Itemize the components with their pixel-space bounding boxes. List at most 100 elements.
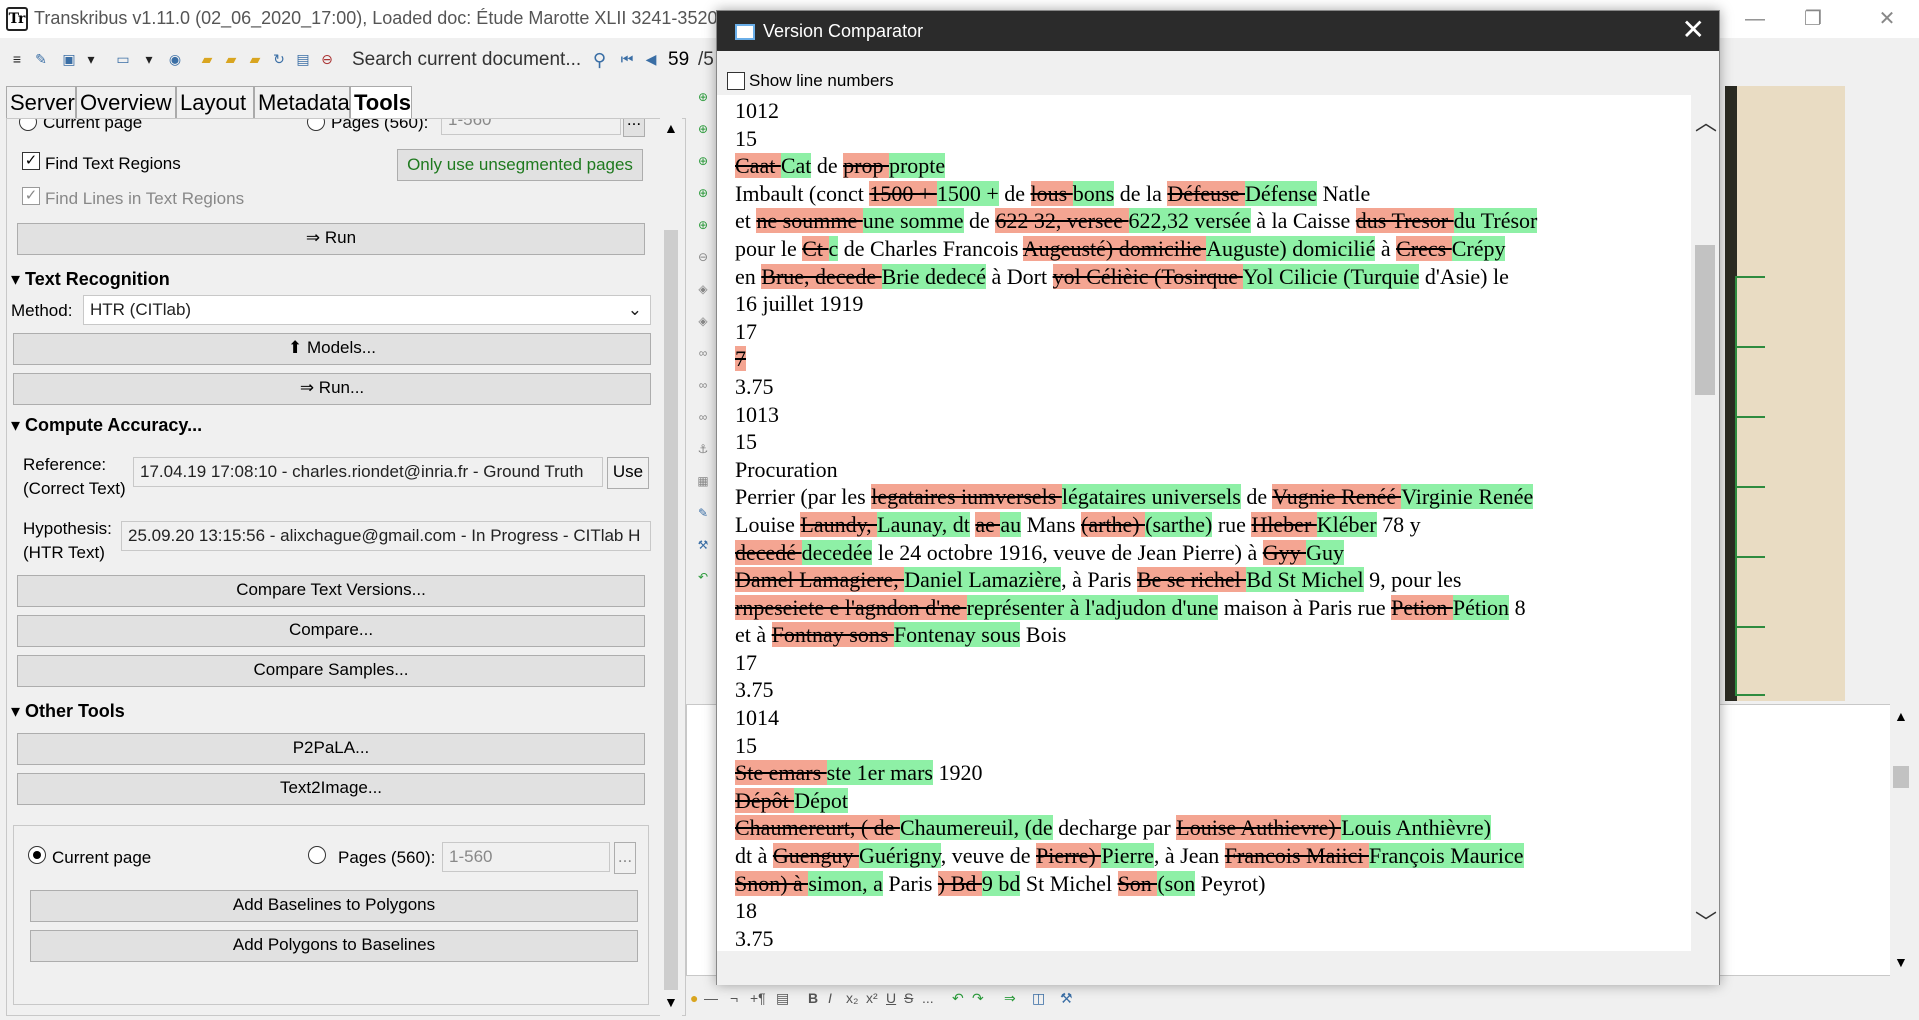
wrench-icon[interactable]: ⚒ — [1060, 990, 1073, 1007]
compute-accuracy-header[interactable]: ▾ Compute Accuracy... — [11, 415, 202, 436]
use-button[interactable]: Use — [607, 457, 649, 489]
split-view-icon[interactable]: ◫ — [1032, 990, 1045, 1007]
folder-icon[interactable]: ▰ — [198, 50, 216, 68]
run-htr-button[interactable]: ⇒ Run... — [13, 373, 651, 405]
current-page-radio-top[interactable] — [19, 119, 37, 131]
prev-page-icon[interactable]: ◀ — [642, 50, 660, 68]
compare-samples-button[interactable]: Compare Samples... — [17, 655, 645, 687]
chevron-down-icon[interactable]: ﹀ — [1695, 905, 1717, 937]
pages-radio[interactable] — [308, 846, 326, 864]
method-select[interactable]: HTR (CITlab) ⌄ — [83, 295, 651, 325]
pages-field-top[interactable]: 1-560 — [441, 119, 621, 135]
scroll-down-icon[interactable]: ▼ — [1894, 954, 1908, 970]
superscript-icon[interactable]: x² — [866, 990, 878, 1006]
scroll-up-icon[interactable]: ▲ — [1894, 708, 1908, 724]
editor-scrollbar[interactable]: ▲ ▼ — [1890, 704, 1912, 976]
chevron-up-icon[interactable]: ︿ — [1695, 105, 1717, 137]
maximize-icon[interactable]: ❐ — [1798, 4, 1828, 34]
minimize-icon[interactable]: — — [1740, 4, 1770, 34]
models-button[interactable]: ⬆ Models... — [13, 333, 651, 365]
link-icon[interactable]: ∞ — [694, 376, 712, 394]
edit-shape-icon[interactable]: ◈ — [694, 280, 712, 298]
first-page-icon[interactable]: ⏮ — [618, 50, 636, 68]
edit-icon[interactable]: ✎ — [694, 504, 712, 522]
text2image-button[interactable]: Text2Image... — [17, 773, 645, 805]
add-polygons-button[interactable]: Add Polygons to Baselines — [30, 930, 638, 962]
only-unsegmented-button[interactable]: Only use unsegmented pages — [397, 149, 643, 181]
find-lines-checkbox[interactable]: ✓ — [22, 187, 40, 205]
redo-icon[interactable]: ↷ — [972, 990, 984, 1007]
add-icon[interactable]: ⊕ — [694, 184, 712, 202]
close-icon[interactable]: ✕ — [1682, 15, 1705, 45]
hypothesis-select[interactable]: 25.09.20 13:15:56 - alixchague@gmail.com… — [121, 521, 651, 551]
upload-icon[interactable]: ▭ — [114, 50, 132, 68]
italic-icon[interactable]: I — [828, 990, 832, 1006]
pages-more-button-top[interactable]: ... — [623, 119, 645, 137]
image-scrollbar[interactable] — [1890, 86, 1912, 701]
login-icon[interactable]: ✎ — [32, 50, 50, 68]
text-recognition-header[interactable]: ▾ Text Recognition — [11, 269, 170, 290]
open-folder-icon[interactable]: ▰ — [222, 50, 240, 68]
menu-icon[interactable]: ≡ — [8, 50, 26, 68]
pilcrow-icon[interactable]: +¶ — [750, 990, 766, 1006]
close-icon[interactable]: ✕ — [1872, 4, 1902, 34]
current-page-radio[interactable] — [28, 846, 46, 864]
subscript-icon[interactable]: x₂ — [846, 990, 858, 1006]
keyboard-icon[interactable]: ▤ — [776, 990, 789, 1007]
wrench-icon[interactable]: ⚒ — [694, 536, 712, 554]
more-icon[interactable]: ... — [922, 990, 934, 1006]
edit-shape-icon[interactable]: ◈ — [694, 312, 712, 330]
page-number[interactable]: 59 — [668, 46, 689, 74]
tab-overview[interactable]: Overview — [76, 86, 176, 118]
import-icon[interactable]: ▰ — [246, 50, 264, 68]
document-image-viewer[interactable] — [1725, 86, 1845, 701]
not-icon[interactable]: ¬ — [730, 990, 738, 1006]
add-baselines-button[interactable]: Add Baselines to Polygons — [30, 890, 638, 922]
search-input[interactable]: Search current document... ⚲ — [346, 46, 608, 74]
dropdown-icon[interactable]: ▾ — [82, 50, 100, 68]
find-text-regions-checkbox[interactable]: ✓ — [22, 152, 40, 170]
scroll-thumb[interactable] — [1893, 766, 1909, 788]
undo-icon[interactable]: ↶ — [694, 568, 712, 586]
scroll-down-icon[interactable]: ▼ — [664, 994, 678, 1010]
run-layout-button[interactable]: ⇒ Run — [17, 223, 645, 255]
tag-icon[interactable]: ● — [690, 990, 698, 1006]
pages-field[interactable]: 1-560 — [442, 842, 610, 872]
add-icon[interactable]: ⊕ — [694, 120, 712, 138]
doc-manager-icon[interactable]: ▣ — [60, 50, 78, 68]
show-line-numbers-checkbox[interactable] — [727, 72, 745, 90]
tab-metadata[interactable]: Metadata — [254, 86, 350, 118]
other-tools-header[interactable]: ▾ Other Tools — [11, 701, 125, 722]
compare-text-versions-button[interactable]: Compare Text Versions... — [17, 575, 645, 607]
export-icon[interactable]: ▤ — [294, 50, 312, 68]
p2pala-button[interactable]: P2PaLA... — [17, 733, 645, 765]
line-icon[interactable]: — — [704, 990, 718, 1006]
pages-radio-top[interactable] — [307, 119, 325, 131]
delete-icon[interactable]: ⊖ — [318, 50, 336, 68]
arrow-right-icon[interactable]: ⇒ — [1004, 990, 1016, 1007]
scroll-thumb[interactable] — [1695, 245, 1715, 395]
add-icon[interactable]: ⊕ — [694, 88, 712, 106]
diff-view[interactable]: 1012 15 Caat Cat de prop propte Imbault (co… — [717, 95, 1691, 951]
search-icon[interactable]: ⚲ — [593, 46, 606, 74]
add-icon[interactable]: ⊕ — [694, 152, 712, 170]
add-icon[interactable]: ⊕ — [694, 216, 712, 234]
dialog-titlebar[interactable]: Version Comparator ✕ — [717, 11, 1719, 51]
grid-icon[interactable]: ▦ — [694, 472, 712, 490]
underline-icon[interactable]: U — [886, 990, 896, 1006]
scroll-thumb[interactable] — [664, 230, 678, 990]
compare-button[interactable]: Compare... — [17, 615, 645, 647]
reference-select[interactable]: 17.04.19 17:08:10 - charles.riondet@inri… — [133, 457, 603, 487]
pages-more-button[interactable]: ... — [614, 842, 636, 874]
diff-scrollbar[interactable]: ︿ ﹀ — [1691, 95, 1719, 951]
tab-tools[interactable]: Tools — [350, 86, 412, 118]
tab-server[interactable]: Server — [6, 86, 76, 118]
dropdown-icon[interactable]: ▾ — [140, 50, 158, 68]
link-icon[interactable]: ∞ — [694, 344, 712, 362]
anchor-icon[interactable]: ⚓ — [694, 440, 712, 458]
left-panel-scrollbar[interactable]: ▲ ▼ — [660, 118, 682, 1016]
info-icon[interactable]: ◉ — [166, 50, 184, 68]
refresh-icon[interactable]: ↻ — [270, 50, 288, 68]
link-icon[interactable]: ∞ — [694, 408, 712, 426]
tab-layout[interactable]: Layout — [176, 86, 254, 118]
